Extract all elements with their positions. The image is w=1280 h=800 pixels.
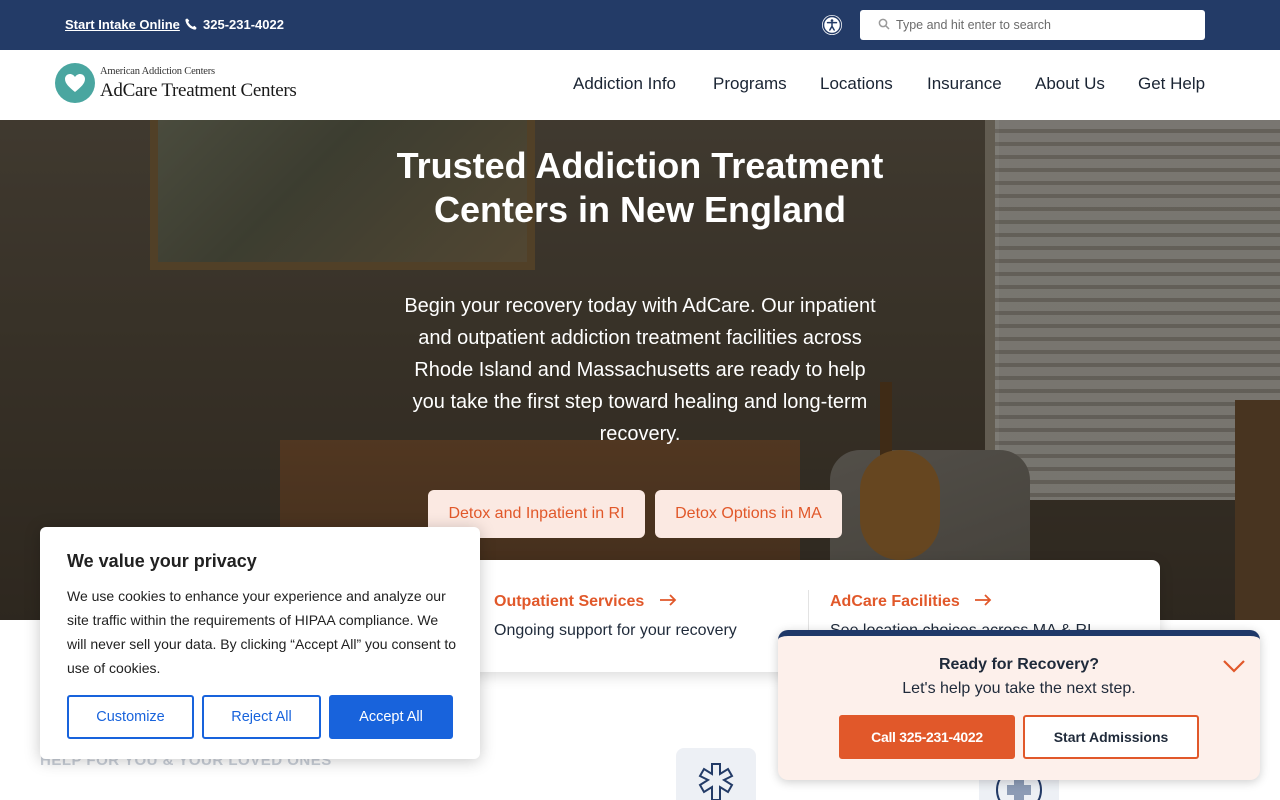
reject-all-button[interactable]: Reject All — [202, 695, 321, 739]
nav-about-us[interactable]: About Us — [1035, 74, 1105, 94]
outpatient-services-link[interactable]: Outpatient Services — [494, 593, 677, 611]
logo-subtitle[interactable]: American Addiction Centers — [100, 66, 215, 77]
phone-number[interactable]: 325-231-4022 — [203, 17, 284, 32]
outpatient-services-title: Outpatient Services — [494, 593, 645, 610]
outpatient-services-text: Ongoing support for your recovery — [494, 622, 737, 639]
arrow-right-icon — [975, 594, 992, 606]
accessibility-icon[interactable] — [822, 15, 842, 35]
medical-star-tile — [676, 748, 756, 800]
chevron-down-icon[interactable] — [1222, 658, 1246, 674]
accept-all-button[interactable]: Accept All — [329, 695, 453, 739]
start-intake-link[interactable]: Start Intake Online — [65, 17, 180, 32]
detox-options-ma-button[interactable]: Detox Options in MA — [655, 490, 842, 538]
call-button[interactable]: Call 325-231-4022 — [839, 715, 1015, 759]
widget-subtitle: Let's help you take the next step. — [902, 680, 1136, 697]
search-box[interactable] — [860, 10, 1205, 40]
nav-addiction-info[interactable]: Addiction Info — [573, 74, 676, 94]
site-header: American Addiction Centers AdCare Treatm… — [0, 50, 1280, 120]
phone-icon — [185, 18, 197, 30]
nav-programs[interactable]: Programs — [713, 74, 787, 94]
cookie-title: We value your privacy — [67, 551, 257, 571]
heart-logo-icon[interactable] — [55, 63, 95, 103]
logo-title[interactable]: AdCare Treatment Centers — [100, 80, 297, 102]
hero-title: Trusted Addiction Treatment Centers in N… — [396, 145, 884, 230]
search-icon — [878, 18, 890, 30]
start-admissions-button[interactable]: Start Admissions — [1023, 715, 1199, 759]
adcare-facilities-link[interactable]: AdCare Facilities — [830, 593, 992, 611]
top-bar: Start Intake Online 325-231-4022 — [0, 0, 1280, 50]
nav-get-help[interactable]: Get Help — [1138, 74, 1205, 94]
adcare-facilities-title: AdCare Facilities — [830, 593, 960, 610]
medical-star-icon — [698, 763, 734, 800]
search-input[interactable] — [896, 15, 1196, 35]
recovery-widget: Ready for Recovery? Let's help you take … — [778, 630, 1260, 780]
nav-locations[interactable]: Locations — [820, 74, 893, 94]
customize-button[interactable]: Customize — [67, 695, 194, 739]
widget-title: Ready for Recovery? — [938, 656, 1100, 673]
cookie-consent-banner: We value your privacy We use cookies to … — [40, 527, 480, 759]
arrow-right-icon — [659, 594, 677, 606]
hero-description: Begin your recovery today with AdCare. O… — [404, 295, 876, 445]
cookie-body: We use cookies to enhance your experienc… — [67, 588, 457, 676]
nav-insurance[interactable]: Insurance — [927, 74, 1002, 94]
